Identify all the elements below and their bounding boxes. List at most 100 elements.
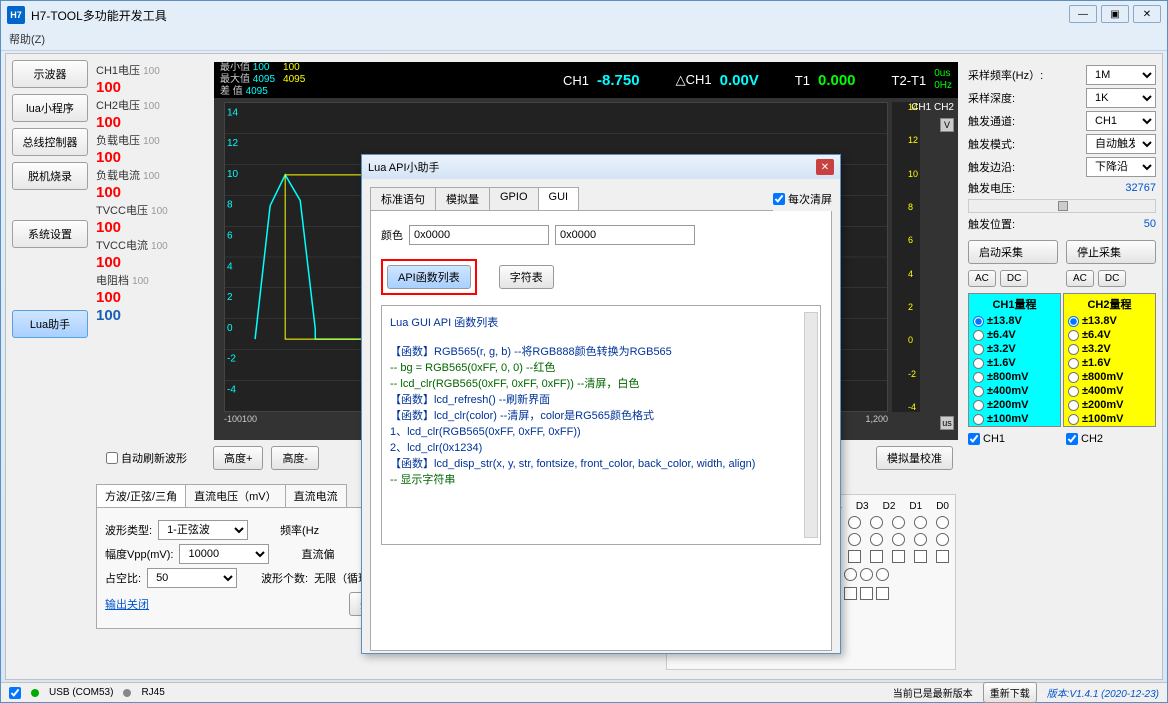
- ch2-range-option[interactable]: ±800mV: [1064, 370, 1155, 384]
- trigger-voltage-slider[interactable]: [968, 199, 1156, 213]
- dc-offset-label: 直流偏: [301, 546, 334, 562]
- sample-depth-select[interactable]: 1K: [1086, 88, 1156, 108]
- ch2-ac-button[interactable]: AC: [1066, 270, 1094, 287]
- ch2-range-option[interactable]: ±200mV: [1064, 398, 1155, 412]
- svg-text:2: 2: [227, 292, 233, 303]
- ch2-range-option[interactable]: ±100mV: [1064, 412, 1155, 426]
- tab-wave[interactable]: 方波/正弦/三角: [96, 484, 186, 507]
- tab-dc-curr[interactable]: 直流电流: [285, 484, 347, 507]
- wave-count-label: 波形个数:: [261, 570, 308, 586]
- time-unit-badge[interactable]: us: [940, 416, 954, 430]
- dialog-title: Lua API小助手: [368, 159, 440, 175]
- ch1-dc-button[interactable]: DC: [1000, 270, 1028, 287]
- ch1-range-header: CH1量程: [969, 294, 1060, 314]
- trigger-edge-select[interactable]: 下降沿: [1086, 157, 1156, 177]
- dlg-tab-gui[interactable]: GUI: [538, 187, 580, 210]
- trigger-channel-select[interactable]: CH1: [1086, 111, 1156, 131]
- sample-rate-select[interactable]: 1M: [1086, 65, 1156, 85]
- sidebar-offline-program[interactable]: 脱机烧录: [12, 162, 88, 190]
- api-function-list[interactable]: Lua GUI API 函数列表 【函数】RGB565(r, g, b) --将…: [381, 305, 821, 545]
- measurements-panel: CH1电压 100 100 CH2电压 100 100 负载电压 100 100…: [96, 62, 206, 325]
- usb-status-text: USB (COM53): [49, 687, 113, 698]
- svg-text:14: 14: [227, 107, 238, 118]
- dlg-tab-analog[interactable]: 模拟量: [435, 187, 490, 210]
- height-minus-button[interactable]: 高度-: [271, 446, 319, 470]
- menu-help[interactable]: 帮助(Z): [9, 34, 45, 46]
- amplitude-select[interactable]: 10000: [179, 544, 269, 564]
- ch2-range-option[interactable]: ±1.6V: [1064, 356, 1155, 370]
- svg-text:6: 6: [227, 230, 233, 241]
- amplitude-label: 幅度Vpp(mV):: [105, 546, 173, 562]
- ch1-range-option[interactable]: ±3.2V: [969, 342, 1060, 356]
- ch2-range-option[interactable]: ±6.4V: [1064, 328, 1155, 342]
- trigger-position-value: 50: [1144, 218, 1156, 230]
- ch1-range-option[interactable]: ±1.6V: [969, 356, 1060, 370]
- version-text: 版本:V1.4.1 (2020-12-23): [1047, 685, 1159, 700]
- svg-text:8: 8: [227, 200, 233, 211]
- ch2-enable-checkbox[interactable]: CH2: [1066, 433, 1156, 445]
- window-title: H7-TOOL多功能开发工具: [31, 7, 167, 24]
- tab-dc-volt[interactable]: 直流电压（mV）: [185, 484, 286, 507]
- char-table-button[interactable]: 字符表: [499, 265, 554, 289]
- api-list-button[interactable]: API函数列表: [387, 265, 471, 289]
- voltage-unit-badge[interactable]: V: [940, 118, 954, 132]
- channel-indicators: CH1 CH2: [911, 102, 954, 113]
- minimize-button[interactable]: —: [1069, 5, 1097, 23]
- ch1-range-option[interactable]: ±400mV: [969, 384, 1060, 398]
- clear-each-checkbox[interactable]: 每次清屏: [773, 191, 832, 207]
- svg-text:-4: -4: [227, 384, 236, 395]
- output-off-link[interactable]: 输出关闭: [105, 596, 149, 612]
- rj45-status-icon: [123, 689, 131, 697]
- maximize-button[interactable]: ▣: [1101, 5, 1129, 23]
- ch2-dc-button[interactable]: DC: [1098, 270, 1126, 287]
- sidebar-oscilloscope[interactable]: 示波器: [12, 60, 88, 88]
- sidebar-system-settings[interactable]: 系统设置: [12, 220, 88, 248]
- svg-text:0: 0: [227, 323, 233, 334]
- dlg-tab-standard[interactable]: 标准语句: [370, 187, 436, 210]
- close-button[interactable]: ✕: [1133, 5, 1161, 23]
- ch1-range-option[interactable]: ±800mV: [969, 370, 1060, 384]
- start-capture-button[interactable]: 启动采集: [968, 240, 1058, 264]
- color1-input[interactable]: [409, 225, 549, 245]
- sim-calibrate-button[interactable]: 模拟量校准: [876, 446, 953, 470]
- sidebar-bus-controller[interactable]: 总线控制器: [12, 128, 88, 156]
- height-plus-button[interactable]: 高度+: [213, 446, 263, 470]
- svg-text:-2: -2: [227, 354, 236, 365]
- trigger-mode-select[interactable]: 自动触发: [1086, 134, 1156, 154]
- list-scrollbar[interactable]: [804, 312, 818, 538]
- trigger-voltage-value: 32767: [1125, 182, 1156, 194]
- duty-label: 占空比:: [105, 570, 141, 586]
- sidebar-lua-helper[interactable]: Lua助手: [12, 310, 88, 338]
- ch1-range-option[interactable]: ±6.4V: [969, 328, 1060, 342]
- ch2-range-option[interactable]: ±13.8V: [1064, 314, 1155, 328]
- sidebar-lua-applet[interactable]: lua小程序: [12, 94, 88, 122]
- stop-capture-button[interactable]: 停止采集: [1066, 240, 1156, 264]
- auto-refresh-checkbox[interactable]: 自动刷新波形: [106, 450, 187, 466]
- app-icon: H7: [7, 6, 25, 24]
- color-label: 颜色: [381, 227, 403, 243]
- usb-status-icon: [31, 689, 39, 697]
- svg-text:10: 10: [227, 169, 238, 180]
- dialog-close-button[interactable]: ✕: [816, 159, 834, 175]
- duty-select[interactable]: 50: [147, 568, 237, 588]
- ch1-range-option[interactable]: ±13.8V: [969, 314, 1060, 328]
- ch1-range-option[interactable]: ±100mV: [969, 412, 1060, 426]
- settings-panel: 采样频率(Hz）:1M 采样深度:1K 触发通道:CH1 触发模式:自动触发 触…: [968, 62, 1156, 445]
- ch1-range-option[interactable]: ±200mV: [969, 398, 1060, 412]
- ch2-range-option[interactable]: ±3.2V: [1064, 342, 1155, 356]
- svg-text:4: 4: [227, 261, 233, 272]
- rj45-status-text: RJ45: [141, 687, 164, 698]
- usb-checkbox[interactable]: [9, 687, 21, 699]
- wave-type-label: 波形类型:: [105, 522, 152, 538]
- ch1-enable-checkbox[interactable]: CH1: [968, 433, 1058, 445]
- svg-text:12: 12: [227, 138, 238, 149]
- color2-input[interactable]: [555, 225, 695, 245]
- re-download-button[interactable]: 重新下载: [983, 682, 1037, 703]
- lua-api-helper-dialog: Lua API小助手 ✕ 标准语句 模拟量 GPIO GUI 每次清屏 颜色: [361, 154, 841, 654]
- dlg-tab-gpio[interactable]: GPIO: [489, 187, 539, 210]
- wave-type-select[interactable]: 1-正弦波: [158, 520, 248, 540]
- ch2-range-header: CH2量程: [1064, 294, 1155, 314]
- ch1-ac-button[interactable]: AC: [968, 270, 996, 287]
- ch2-range-option[interactable]: ±400mV: [1064, 384, 1155, 398]
- update-status: 当前已是最新版本: [893, 685, 973, 700]
